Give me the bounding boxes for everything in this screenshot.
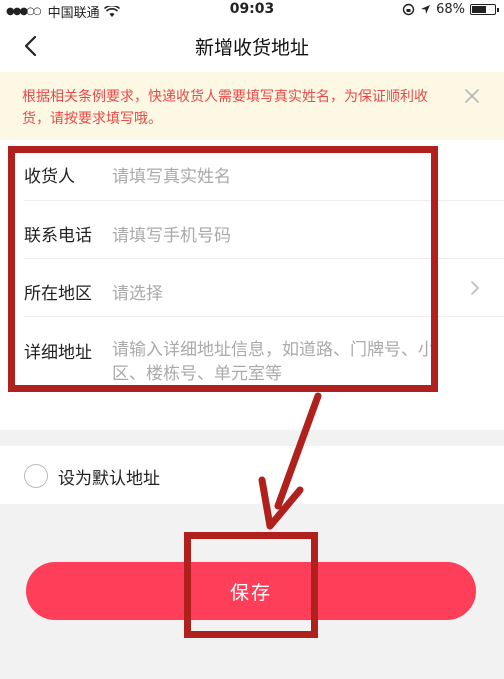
notice-banner: 根据相关条例要求，快递收货人需要填写真实姓名，为保证顺利收货，请按要求填写哦。 — [0, 72, 504, 140]
close-icon[interactable] — [462, 86, 482, 106]
battery-percent: 68% — [436, 2, 465, 17]
nav-bar: 新增收货地址 — [0, 20, 504, 72]
highlight-box-form — [8, 146, 438, 392]
default-address-radio[interactable] — [24, 464, 48, 488]
default-address-label: 设为默认地址 — [58, 469, 160, 489]
rotation-lock-icon — [402, 3, 415, 16]
location-icon — [421, 5, 431, 14]
status-right: 68% — [402, 2, 499, 17]
page-title: 新增收货地址 — [194, 37, 309, 59]
battery-level — [472, 6, 486, 13]
notice-text: 根据相关条例要求，快递收货人需要填写真实姓名，为保证顺利收货，请按要求填写哦。 — [22, 89, 428, 127]
default-address-row[interactable]: 设为默认地址 — [0, 446, 504, 504]
battery-icon — [470, 4, 499, 15]
highlight-box-save — [184, 532, 318, 638]
status-bar: ●●●○○ 中国联通 09:03 68% — [0, 0, 504, 21]
chevron-right-icon — [471, 281, 480, 295]
